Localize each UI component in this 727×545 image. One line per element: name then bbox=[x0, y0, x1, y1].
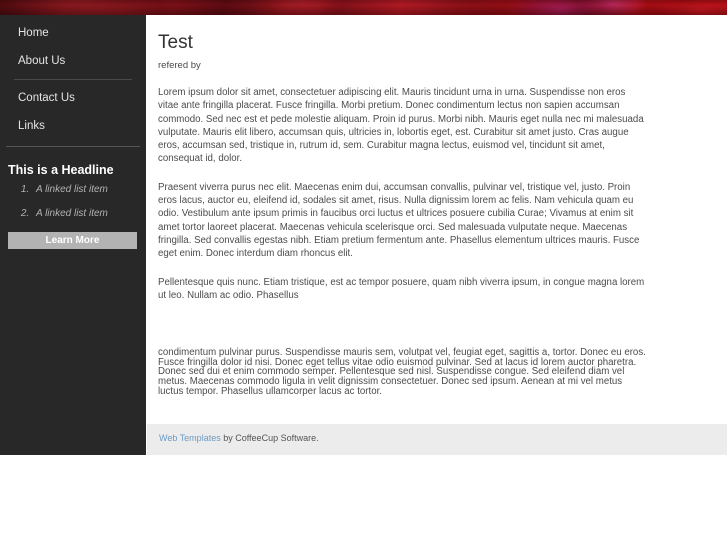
page-title: Test bbox=[158, 32, 193, 53]
footer: Web Templates by CoffeeCup Software. bbox=[147, 424, 727, 455]
sidebar-item-contact-us[interactable]: Contact Us bbox=[0, 84, 146, 112]
sidebar-list: A linked list item A linked list item bbox=[0, 184, 146, 219]
nav-divider-bottom bbox=[6, 146, 140, 147]
nav-divider-top bbox=[14, 79, 132, 80]
body-paragraph-2: Praesent viverra purus nec elit. Maecena… bbox=[158, 181, 640, 260]
list-item-link[interactable]: A linked list item bbox=[36, 184, 108, 195]
sidebar-item-home[interactable]: Home bbox=[0, 19, 146, 47]
footer-link-web-templates[interactable]: Web Templates bbox=[159, 433, 221, 443]
top-banner bbox=[0, 0, 727, 15]
body-paragraph-1: Lorem ipsum dolor sit amet, consectetuer… bbox=[158, 87, 644, 165]
sidebar-nav: Home About Us Contact Us Links bbox=[0, 15, 146, 147]
sidebar-headline: This is a Headline bbox=[8, 163, 114, 177]
list-item: A linked list item bbox=[32, 208, 146, 219]
list-item: A linked list item bbox=[32, 184, 146, 195]
sidebar-item-about-us[interactable]: About Us bbox=[0, 47, 146, 75]
main-content: Test refered by Lorem ipsum dolor sit am… bbox=[146, 15, 727, 455]
body-paragraph-4: condimentum pulvinar purus. Suspendisse … bbox=[158, 347, 646, 397]
body-paragraph-3: Pellentesque quis nunc. Etiam tristique,… bbox=[158, 276, 645, 301]
footer-credit: by CoffeeCup Software. bbox=[220, 433, 319, 443]
list-item-link[interactable]: A linked list item bbox=[36, 208, 108, 219]
sidebar: Home About Us Contact Us Links This is a… bbox=[0, 15, 146, 455]
footer-text: Web Templates by CoffeeCup Software. bbox=[147, 424, 727, 444]
sidebar-item-links[interactable]: Links bbox=[0, 112, 146, 140]
page-subtitle: refered by bbox=[158, 60, 201, 71]
banner-shading bbox=[0, 0, 727, 15]
learn-more-button[interactable]: Learn More bbox=[8, 232, 137, 249]
